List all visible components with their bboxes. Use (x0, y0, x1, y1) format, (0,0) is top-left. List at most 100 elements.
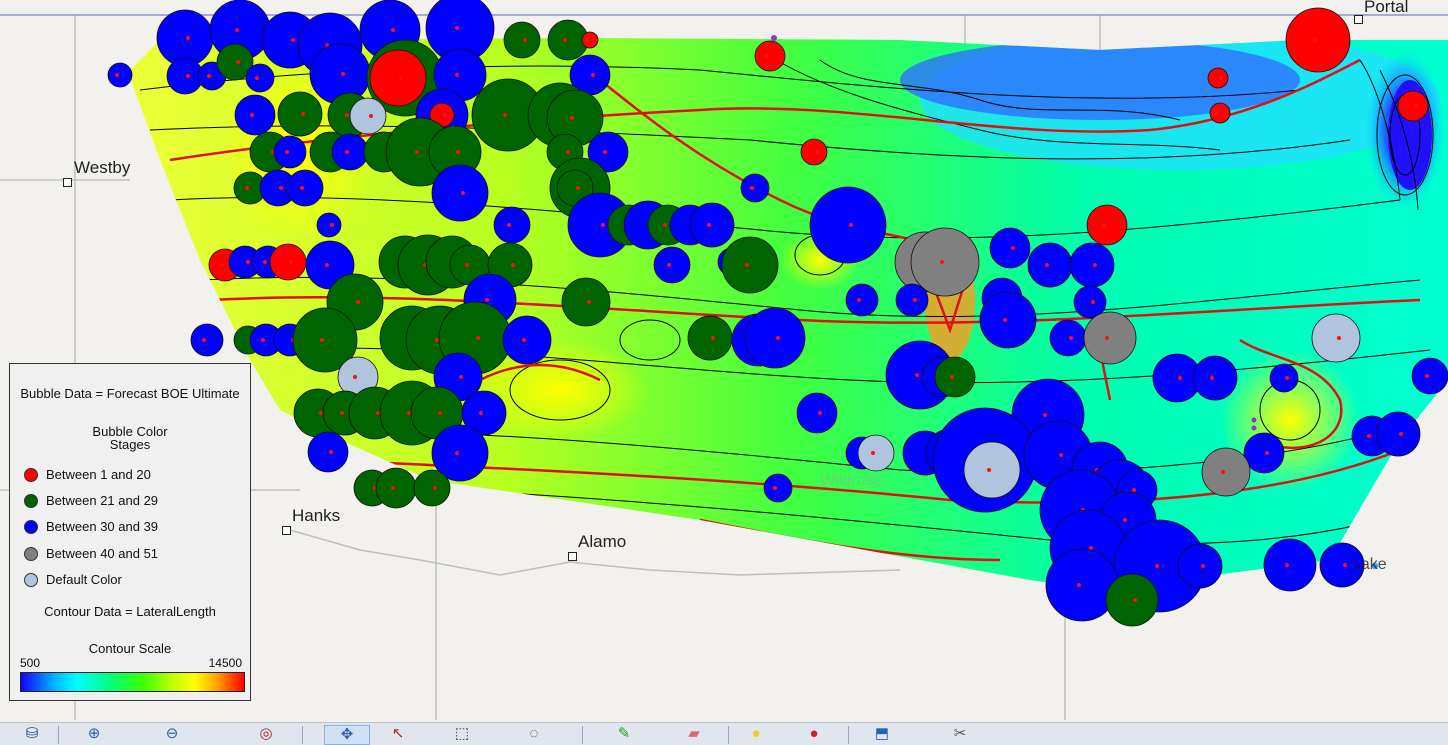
well-location-dot (503, 113, 507, 117)
legend-item-21-29: Between 21 and 29 (24, 493, 158, 508)
well-location-dot (250, 113, 254, 117)
contour-color-scale (20, 672, 245, 692)
tools-icon[interactable]: ✂ (946, 725, 974, 745)
well-bubble[interactable] (1263, 538, 1317, 592)
well-bubble[interactable] (493, 206, 531, 244)
well-location-dot (465, 263, 469, 267)
well-bubble[interactable] (1285, 7, 1351, 73)
well-bubble[interactable] (234, 94, 276, 136)
well-bubble[interactable] (269, 243, 307, 281)
select-box-icon[interactable]: ⬚ (448, 725, 476, 745)
well-location-dot (1069, 336, 1073, 340)
well-bubble[interactable] (1069, 242, 1115, 288)
well-bubble[interactable] (413, 469, 451, 507)
well-bubble[interactable] (331, 133, 369, 171)
well-bubble[interactable] (763, 473, 793, 503)
well-location-dot (301, 112, 305, 116)
well-bubble[interactable] (687, 315, 733, 361)
well-bubble[interactable] (1209, 102, 1231, 124)
legend-swatch-gray (24, 546, 38, 561)
well-bubble[interactable] (1192, 355, 1238, 401)
well-bubble[interactable] (316, 212, 342, 238)
well-bubble[interactable] (857, 434, 895, 472)
layers-icon[interactable]: ⛁ (18, 725, 46, 745)
well-bubble[interactable] (653, 246, 691, 284)
well-location-dot (776, 336, 780, 340)
well-location-dot (186, 74, 190, 78)
zoom-out-icon[interactable]: ⊖ (158, 725, 186, 745)
identify-icon[interactable]: ↖ (384, 725, 412, 745)
well-bubble[interactable] (754, 40, 786, 72)
well-bubble[interactable] (910, 227, 980, 297)
well-bubble[interactable] (1086, 204, 1128, 246)
well-location-dot (570, 116, 574, 120)
export-icon[interactable]: ⬒ (868, 725, 896, 745)
well-bubble[interactable] (1083, 311, 1137, 365)
well-bubble[interactable] (581, 31, 599, 49)
well-bubble[interactable] (796, 392, 838, 434)
well-bubble[interactable] (1207, 67, 1229, 89)
well-bubble[interactable] (1177, 543, 1223, 589)
well-location-dot (459, 375, 463, 379)
select-circle-icon[interactable]: ◌ (520, 725, 548, 745)
well-bubble[interactable] (503, 21, 541, 59)
well-bubble[interactable] (431, 164, 489, 222)
well-bubble[interactable] (156, 9, 214, 67)
well-location-dot (300, 186, 304, 190)
well-location-dot (325, 263, 329, 267)
well-bubble[interactable] (963, 441, 1021, 499)
well-bubble[interactable] (1397, 90, 1429, 122)
well-bubble[interactable] (502, 315, 552, 365)
well-bubble[interactable] (800, 138, 828, 166)
well-bubble[interactable] (1105, 573, 1159, 627)
well-bubble[interactable] (1375, 411, 1421, 457)
well-bubble[interactable] (369, 49, 427, 107)
well-bubble[interactable] (561, 277, 611, 327)
eraser-icon[interactable]: ▰ (680, 725, 708, 745)
well-bubble[interactable] (1027, 242, 1073, 288)
well-location-dot (1265, 451, 1269, 455)
well-bubble[interactable] (1411, 357, 1448, 395)
well-location-dot (1221, 470, 1225, 474)
well-bubble[interactable] (349, 97, 387, 135)
well-bubble[interactable] (721, 236, 779, 294)
well-bubble[interactable] (1243, 432, 1285, 474)
well-bubble[interactable] (307, 431, 349, 473)
well-bubble[interactable] (689, 202, 735, 248)
well-bubble[interactable] (1049, 319, 1087, 357)
pan-icon[interactable]: ✥ (324, 725, 370, 745)
well-bubble[interactable] (1201, 447, 1251, 497)
well-location-dot (479, 411, 483, 415)
well-bubble[interactable] (1311, 313, 1361, 363)
well-location-dot (261, 338, 265, 342)
bubble-color-icon[interactable]: ● (800, 725, 828, 745)
well-bubble[interactable] (740, 173, 770, 203)
well-bubble[interactable] (107, 62, 133, 88)
well-location-dot (236, 60, 240, 64)
well-bubble[interactable] (845, 283, 879, 317)
well-location-dot (320, 338, 324, 342)
legend-item-1-20: Between 1 and 20 (24, 467, 151, 482)
well-bubble[interactable] (1269, 363, 1299, 393)
well-bubble[interactable] (190, 323, 224, 357)
well-bubble[interactable] (286, 169, 324, 207)
well-location-dot (289, 260, 293, 264)
well-bubble[interactable] (375, 467, 417, 509)
draw-icon[interactable]: ✎ (610, 725, 638, 745)
well-bubble[interactable] (809, 186, 887, 264)
legend-contour-data: Contour Data = LateralLength (44, 604, 216, 619)
well-bubble[interactable] (934, 356, 976, 398)
bubble-layer-icon[interactable]: ● (742, 725, 770, 745)
well-bubble[interactable] (979, 291, 1037, 349)
well-bubble[interactable] (277, 91, 323, 137)
well-bubble[interactable] (895, 283, 929, 317)
well-bubble[interactable] (1045, 548, 1119, 622)
well-bubble[interactable] (273, 135, 307, 169)
well-bubble[interactable] (989, 227, 1031, 269)
well-location-dot (391, 28, 395, 32)
well-location-dot (522, 338, 526, 342)
well-bubble[interactable] (245, 63, 275, 93)
zoom-in-icon[interactable]: ⊕ (80, 725, 108, 745)
well-bubble[interactable] (744, 307, 806, 369)
zoom-extent-icon[interactable]: ◎ (252, 725, 280, 745)
